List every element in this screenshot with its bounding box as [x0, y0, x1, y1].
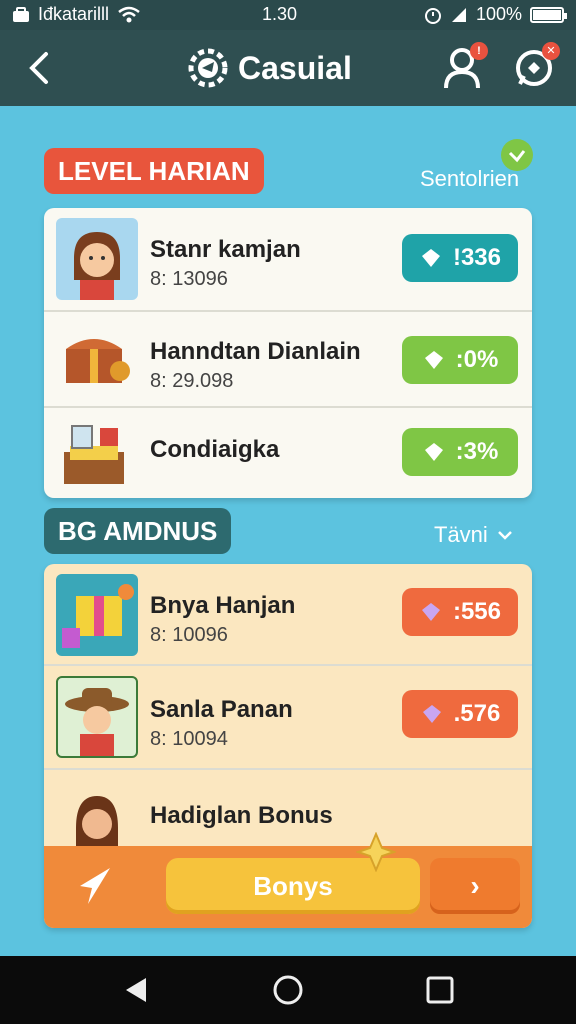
battery-percent: 100% [475, 4, 522, 24]
row-sub: 8: 10096 [150, 624, 228, 646]
gem-icon [424, 351, 443, 369]
row-title: Condiaigka [150, 436, 280, 463]
reward-pill[interactable]: .576 [402, 690, 518, 738]
reward-pill[interactable]: :3% [402, 428, 518, 476]
signal-icon [451, 7, 466, 22]
section-link-bonus[interactable]: Tävni [434, 522, 514, 548]
reward-value: !336 [452, 244, 502, 271]
woman-avatar-icon [76, 796, 118, 854]
avatar [56, 784, 138, 854]
nav-home-icon[interactable] [270, 972, 306, 1008]
chevron-down-icon [497, 531, 512, 540]
game-logo-icon [188, 48, 228, 88]
gift-box-icon [62, 584, 134, 648]
page-title: Casuial [238, 49, 352, 86]
next-button[interactable]: › [430, 858, 520, 914]
reward-value: :0% [455, 346, 499, 373]
system-nav-bar [0, 956, 576, 1024]
battery-icon [530, 6, 567, 23]
list-item[interactable]: Hanndtan Dianlain 8: 29.098 :0% [44, 312, 532, 408]
chat-button[interactable]: ✕ [510, 42, 560, 92]
wifi-icon [118, 6, 140, 22]
reward-pill[interactable]: !336 [402, 234, 518, 282]
gem-icon [422, 705, 441, 723]
row-title: Hadiglan Bonus [150, 802, 333, 829]
list-item[interactable]: Condiaigka :3% [44, 408, 532, 498]
profile-button[interactable]: ! [438, 42, 488, 92]
star-sparkle-icon [356, 832, 396, 872]
notification-badge: ! [470, 42, 488, 60]
arrow-back-icon[interactable] [70, 860, 122, 912]
girl-avatar-icon [74, 232, 120, 300]
reward-value: :556 [452, 598, 502, 625]
app-notification-icon [13, 6, 29, 22]
gem-icon [421, 603, 440, 621]
gem-icon [421, 249, 440, 267]
row-title: Hanndtan Dianlain [150, 338, 361, 365]
treasure-chest-icon [66, 339, 130, 383]
reward-value: .576 [453, 700, 501, 727]
bonus-action-bar: Bonys › [44, 832, 532, 928]
status-bar: Iđkatarilll 1.30 100% [0, 0, 576, 30]
nav-recents-icon[interactable] [422, 972, 458, 1008]
back-button[interactable] [18, 46, 62, 90]
avatar [56, 218, 138, 300]
nav-back-icon[interactable] [118, 972, 154, 1008]
list-item[interactable]: Stanr kamjan 8: 13096 !336 [44, 208, 532, 312]
avatar [56, 676, 138, 758]
row-sub: 8: 13096 [150, 268, 228, 290]
status-time: 1.30 [262, 4, 298, 24]
battery-fill [533, 9, 561, 20]
gem-icon [424, 443, 443, 461]
row-title: Sanla Panan [150, 696, 293, 723]
alarm-icon [424, 7, 441, 24]
chat-badge: ✕ [542, 42, 560, 60]
chest-image [56, 319, 138, 401]
reward-pill[interactable]: :556 [402, 588, 518, 636]
carrier-label: Iđkatarilll [38, 4, 110, 24]
row-sub: 8: 10094 [150, 728, 228, 750]
row-title: Bnya Hanjan [150, 592, 296, 619]
level-card: Stanr kamjan 8: 13096 !336 Hanndtan Dian… [44, 208, 532, 498]
chevron-left-icon [29, 52, 48, 84]
list-item[interactable]: Sanla Panan 8: 10094 .576 [44, 666, 532, 770]
row-title: Stanr kamjan [150, 236, 301, 263]
reward-value: :3% [455, 438, 499, 465]
row-sub: 8: 29.098 [150, 370, 234, 392]
chest-image [56, 412, 138, 494]
explorer-avatar-icon [65, 688, 129, 756]
open-chest-icon [64, 425, 124, 484]
header-title-group: Casuial [186, 46, 352, 90]
bonus-card: Bnya Hanjan 8: 10096 :556 Sanla Panan 8:… [44, 564, 532, 928]
section-label-bonus: BG AMDNUS [44, 508, 232, 554]
reward-pill[interactable]: :0% [402, 336, 518, 384]
app-header: Casuial ! ✕ [0, 30, 576, 106]
section-link-bonus-label: Tävni [434, 522, 488, 547]
list-item[interactable]: Bnya Hanjan 8: 10096 :556 [44, 564, 532, 666]
section-label-level: LEVEL HARIAN [44, 148, 264, 194]
check-badge-icon [501, 139, 533, 171]
bonus-image [56, 574, 138, 656]
